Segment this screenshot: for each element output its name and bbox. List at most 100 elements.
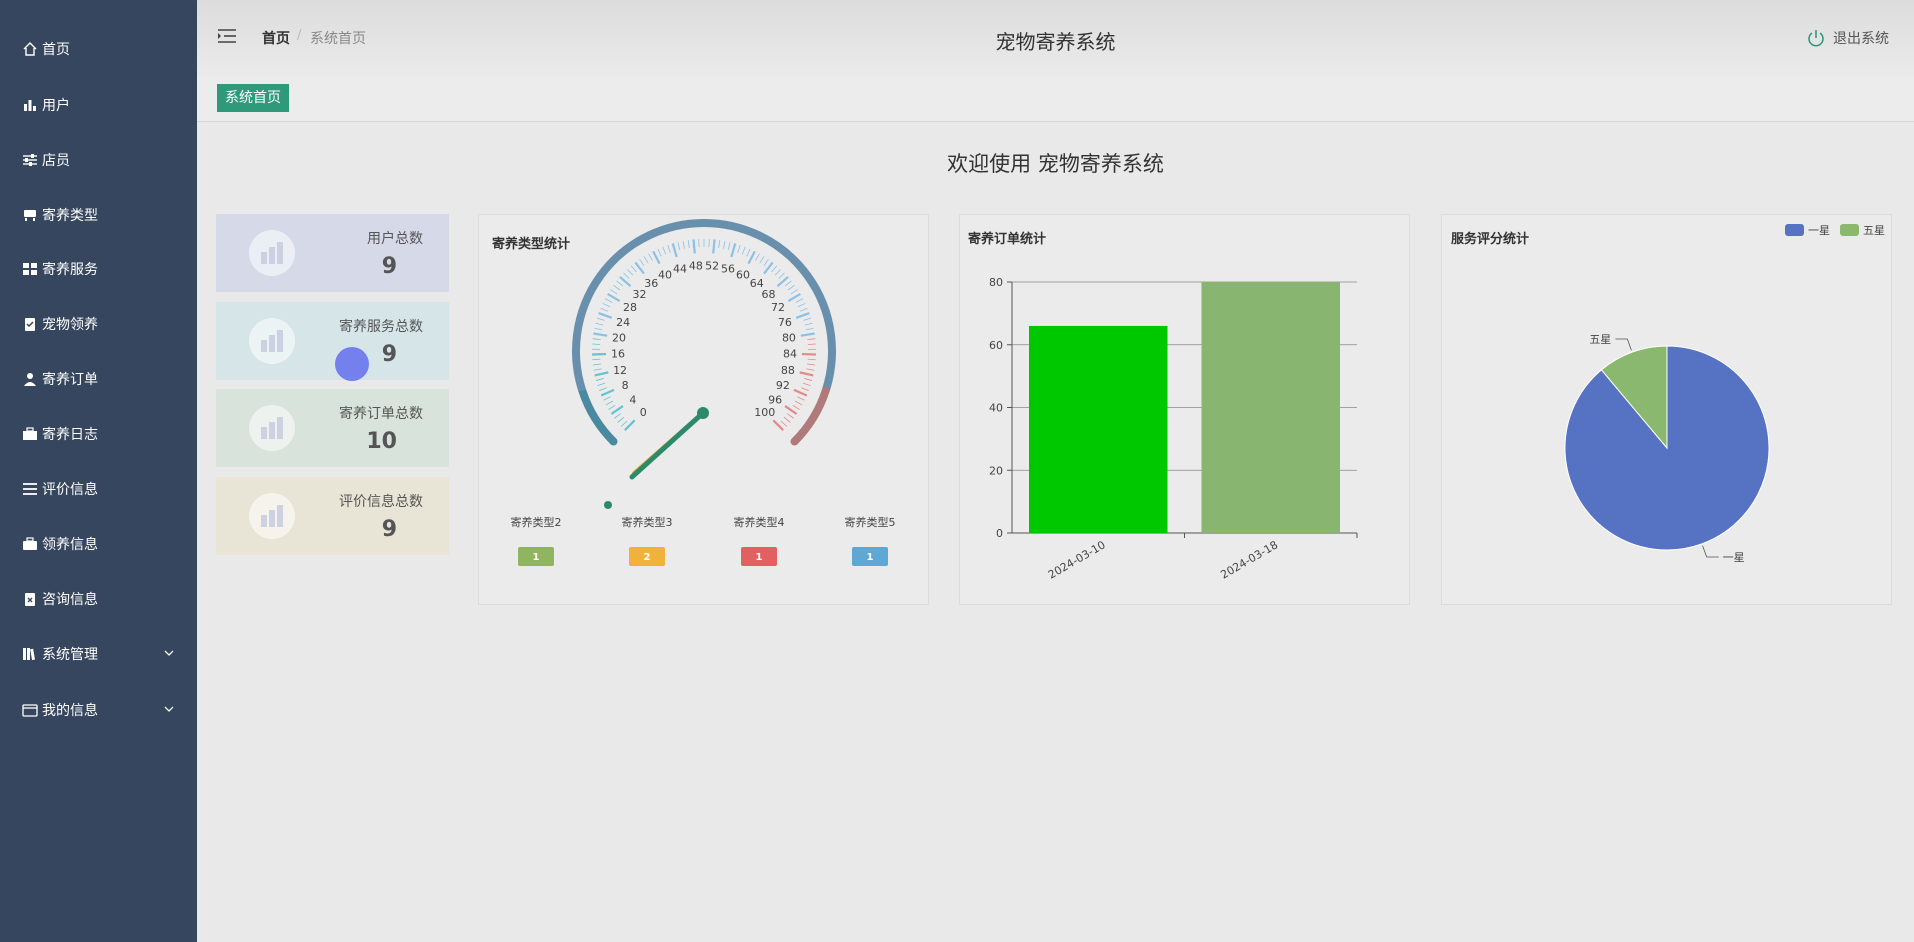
gauge-category-label: 寄养类型4	[734, 515, 785, 529]
power-icon	[1806, 28, 1826, 48]
sidebar-item-label: 寄养类型	[42, 208, 98, 224]
bar-chart-icon	[249, 493, 295, 539]
clipboard-x-icon	[22, 591, 38, 607]
stat-label: 寄养订单总数	[339, 406, 423, 422]
logout-button[interactable]: 退出系统	[1806, 28, 1889, 48]
sidebar-item-1[interactable]: 用户	[0, 85, 197, 125]
gauge-tick	[593, 332, 608, 337]
sidebar-item-8[interactable]: 评价信息	[0, 469, 197, 509]
sidebar-item-7[interactable]: 寄养日志	[0, 414, 197, 454]
gauge-tick	[617, 416, 625, 423]
gauge-tick	[807, 338, 816, 340]
gauge-tick	[667, 244, 671, 253]
gauge-tick-label: 68	[762, 288, 776, 301]
gauge-tick-label: 20	[612, 332, 626, 345]
sidebar: 首页用户店员寄养类型寄养服务宠物领养寄养订单寄养日志评价信息领养信息咨询信息系统…	[0, 0, 197, 942]
gauge-tick	[793, 388, 808, 397]
gauge-tick	[596, 317, 605, 321]
gauge-pivot	[697, 407, 709, 419]
pie-chart: 一星五星一星 五星	[1564, 224, 1885, 564]
gauge-tick-label: 8	[622, 379, 629, 392]
sidebar-item-2[interactable]: 店员	[0, 140, 197, 180]
bar-ytick-label: 60	[989, 339, 1003, 352]
gauge-tick	[741, 246, 746, 255]
sidebar-item-5[interactable]: 宠物领养	[0, 304, 197, 344]
gauge-tick	[594, 327, 603, 331]
tabs-bar: 系统首页	[197, 78, 1914, 122]
gauge-tick	[607, 293, 621, 303]
gauge-tick	[630, 265, 637, 273]
gauge-tick-label: 52	[705, 259, 719, 272]
gauge-tick	[643, 256, 649, 264]
gauge-tick-label: 4	[629, 393, 636, 406]
suitcase-icon	[22, 536, 38, 552]
gauge-tick-label: 16	[611, 348, 625, 361]
gauge-tick	[595, 378, 604, 381]
bar-ytick-label: 40	[989, 402, 1003, 415]
sidebar-item-9[interactable]: 领养信息	[0, 524, 197, 564]
sidebar-item-4[interactable]: 寄养服务	[0, 249, 197, 289]
gauge-tick-label: 28	[623, 301, 637, 314]
gauge-tick	[737, 244, 741, 253]
gauge-tick-label: 88	[781, 364, 795, 377]
sidebar-item-label: 用户	[42, 98, 70, 114]
sidebar-item-0[interactable]: 首页	[0, 29, 197, 69]
gauge-tick	[794, 400, 803, 406]
stat-card: 用户总数 9	[216, 214, 449, 292]
sidebar-item-6[interactable]: 寄养订单	[0, 359, 197, 399]
stat-value: 9	[381, 254, 397, 279]
gauge-tick	[627, 269, 634, 276]
bar-ytick-label: 0	[996, 527, 1003, 540]
tab-home[interactable]: 系统首页	[217, 84, 289, 112]
gauge-tick	[598, 312, 613, 319]
sidebar-item-12[interactable]: 我的信息	[0, 690, 197, 730]
gauge-tick	[790, 289, 798, 295]
gauge-tick	[692, 239, 696, 254]
bar-chart-icon	[249, 318, 295, 364]
sidebar-item-3[interactable]: 寄养类型	[0, 195, 197, 235]
library-icon	[22, 646, 38, 662]
pie-legend-swatch[interactable]	[1840, 224, 1859, 236]
gauge-tick	[771, 265, 778, 273]
gauge-tick	[787, 284, 795, 291]
clipboard-icon	[22, 316, 38, 332]
gauge-tick	[755, 253, 760, 261]
sidebar-item-label: 寄养服务	[42, 262, 98, 278]
gauge-tick	[746, 248, 751, 257]
gauge-tick-label: 76	[778, 316, 792, 329]
sidebar-item-label: 寄养订单	[42, 372, 98, 388]
bar-chart-icon	[22, 97, 38, 113]
gauge-tick-label: 60	[736, 268, 750, 281]
gauge-chart: 0481216202428323640 44 48 52 56 6064687276808…	[511, 219, 896, 566]
stat-card: 寄养服务总数 9	[216, 302, 449, 380]
gauge-tick	[600, 307, 609, 312]
pie-legend-label[interactable]: 一星	[1808, 224, 1830, 237]
gauge-tick	[712, 239, 716, 254]
stat-label: 评价信息总数	[339, 494, 423, 510]
gauge-tick-label: 36	[644, 277, 658, 290]
gauge-tick	[610, 405, 624, 415]
gauge-tick	[657, 248, 662, 257]
gauge-needle-end	[604, 501, 612, 509]
pie-label: 一星	[1723, 551, 1745, 564]
gauge-category-label: 寄养类型3	[622, 515, 673, 529]
sidebar-item-label: 寄养日志	[42, 427, 98, 443]
gauge-tick	[759, 256, 765, 264]
sidebar-item-label: 我的信息	[42, 703, 98, 719]
welcome-heading: 欢迎使用 宠物寄养系统	[947, 152, 1164, 176]
gauge-tick	[784, 405, 798, 415]
gauge-tick	[774, 269, 781, 276]
gauge-tick	[799, 371, 814, 377]
gauge-tick	[730, 243, 737, 258]
gauge-tick	[620, 420, 628, 427]
sidebar-item-11[interactable]: 系统管理	[0, 634, 197, 674]
bar-category-label: 2024-03-18	[1218, 538, 1280, 581]
sidebar-item-10[interactable]: 咨询信息	[0, 579, 197, 619]
sliders-icon	[22, 152, 38, 168]
cursor-highlight	[335, 347, 369, 381]
pie-legend-label[interactable]: 五星	[1863, 224, 1885, 237]
pie-legend-swatch[interactable]	[1785, 224, 1804, 236]
stat-label: 寄养服务总数	[339, 319, 423, 335]
sidebar-item-label: 领养信息	[42, 537, 98, 553]
bar-panel: 寄养订单统计 0 20 40 60 80 2024-03-10 2024-03-18	[959, 214, 1410, 605]
